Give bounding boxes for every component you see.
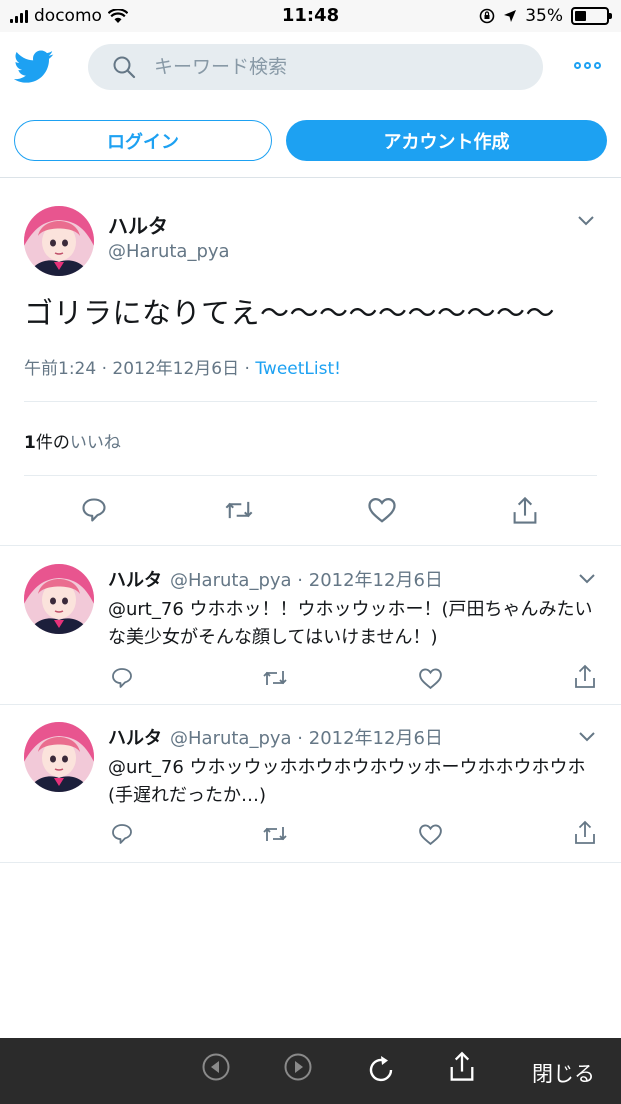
chevron-down-icon[interactable] [579, 732, 595, 742]
orientation-lock-icon [479, 8, 495, 24]
author-name[interactable]: ハルタ [108, 210, 168, 239]
battery-icon [571, 7, 612, 25]
tweet-text: ゴリラになりてえ〜〜〜〜〜〜〜〜〜〜 [24, 296, 556, 330]
tweet-text: @urt_76 ウホッウッホホウホウホウッホーウホホウホウホ(手遅れだったか…) [108, 757, 586, 806]
avatar[interactable] [24, 722, 94, 792]
tweet-text: @urt_76 ウホホッ！！ウホッウッホー！(戸田ちゃんみたいな美少女がそんな顔… [108, 599, 593, 648]
like-icon[interactable] [418, 823, 443, 846]
author-name[interactable]: ハルタ [108, 728, 162, 749]
more-icon[interactable] [574, 62, 601, 69]
status-bar: docomo 11:48 35% [0, 0, 621, 32]
retweet-icon[interactable] [224, 496, 254, 524]
tweet-time[interactable]: 午前1:24 [24, 359, 96, 379]
avatar[interactable] [24, 564, 94, 634]
twitter-bird-icon[interactable] [14, 50, 54, 84]
likes-unit: 件の [35, 433, 70, 453]
main-tweet: ハルタ @Haruta_pya ゴリラになりてえ〜〜〜〜〜〜〜〜〜〜 午前1:2… [0, 186, 621, 546]
site-header: ログイン アカウント作成 [0, 32, 621, 178]
browser-toolbar: 閉じる [0, 1038, 621, 1104]
search-input[interactable] [154, 56, 494, 78]
reply-icon[interactable] [110, 822, 134, 846]
author-handle[interactable]: @Haruta_pya [170, 570, 292, 591]
status-right: 35% [479, 6, 612, 26]
search-bar[interactable] [88, 44, 543, 90]
tweet-date[interactable]: 2012年12月6日 [309, 728, 443, 749]
close-button[interactable]: 閉じる [532, 1058, 595, 1088]
tweet-date[interactable]: 2012年12月6日 [309, 570, 443, 591]
login-button[interactable]: ログイン [14, 120, 272, 161]
likes-number: 1 [24, 433, 36, 453]
tweet-reply[interactable]: ハルタ @Haruta_pya · 2012年12月6日 @urt_76 ウホッウ… [0, 706, 621, 863]
share-icon[interactable] [511, 496, 539, 526]
reply-icon[interactable] [110, 666, 134, 690]
forward-icon[interactable] [283, 1052, 313, 1082]
tweet-date[interactable]: 2012年12月6日 [112, 359, 239, 379]
divider [24, 475, 597, 476]
battery-percent: 35% [525, 6, 563, 26]
retweet-icon[interactable] [262, 822, 288, 846]
author-handle[interactable]: @Haruta_pya [170, 728, 292, 749]
reply-header: ハルタ @Haruta_pya · 2012年12月6日 [108, 728, 443, 749]
retweet-icon[interactable] [262, 666, 288, 690]
tweet-meta: 午前1:24 · 2012年12月6日 · TweetList! [24, 359, 341, 379]
like-icon[interactable] [367, 496, 397, 524]
likes-label: いいね [69, 433, 121, 453]
divider [24, 401, 597, 402]
author-name[interactable]: ハルタ [108, 570, 162, 591]
reply-icon[interactable] [80, 496, 108, 524]
reply-header: ハルタ @Haruta_pya · 2012年12月6日 [108, 570, 443, 591]
back-icon[interactable] [201, 1052, 231, 1082]
search-icon [113, 56, 136, 79]
avatar[interactable] [24, 206, 94, 276]
share-icon[interactable] [448, 1051, 476, 1083]
author-handle[interactable]: @Haruta_pya [108, 241, 230, 262]
like-icon[interactable] [418, 667, 443, 690]
likes-count[interactable]: 1件のいいね [24, 428, 121, 453]
location-icon [504, 10, 517, 22]
reload-icon[interactable] [365, 1054, 397, 1086]
signup-button[interactable]: アカウント作成 [286, 120, 607, 161]
tweet-source[interactable]: TweetList! [255, 359, 341, 379]
chevron-down-icon[interactable] [579, 574, 595, 584]
share-icon[interactable] [573, 820, 597, 846]
share-icon[interactable] [573, 664, 597, 690]
tweet-reply[interactable]: ハルタ @Haruta_pya · 2012年12月6日 @urt_76 ウホホッ… [0, 548, 621, 705]
chevron-down-icon[interactable] [578, 216, 594, 226]
